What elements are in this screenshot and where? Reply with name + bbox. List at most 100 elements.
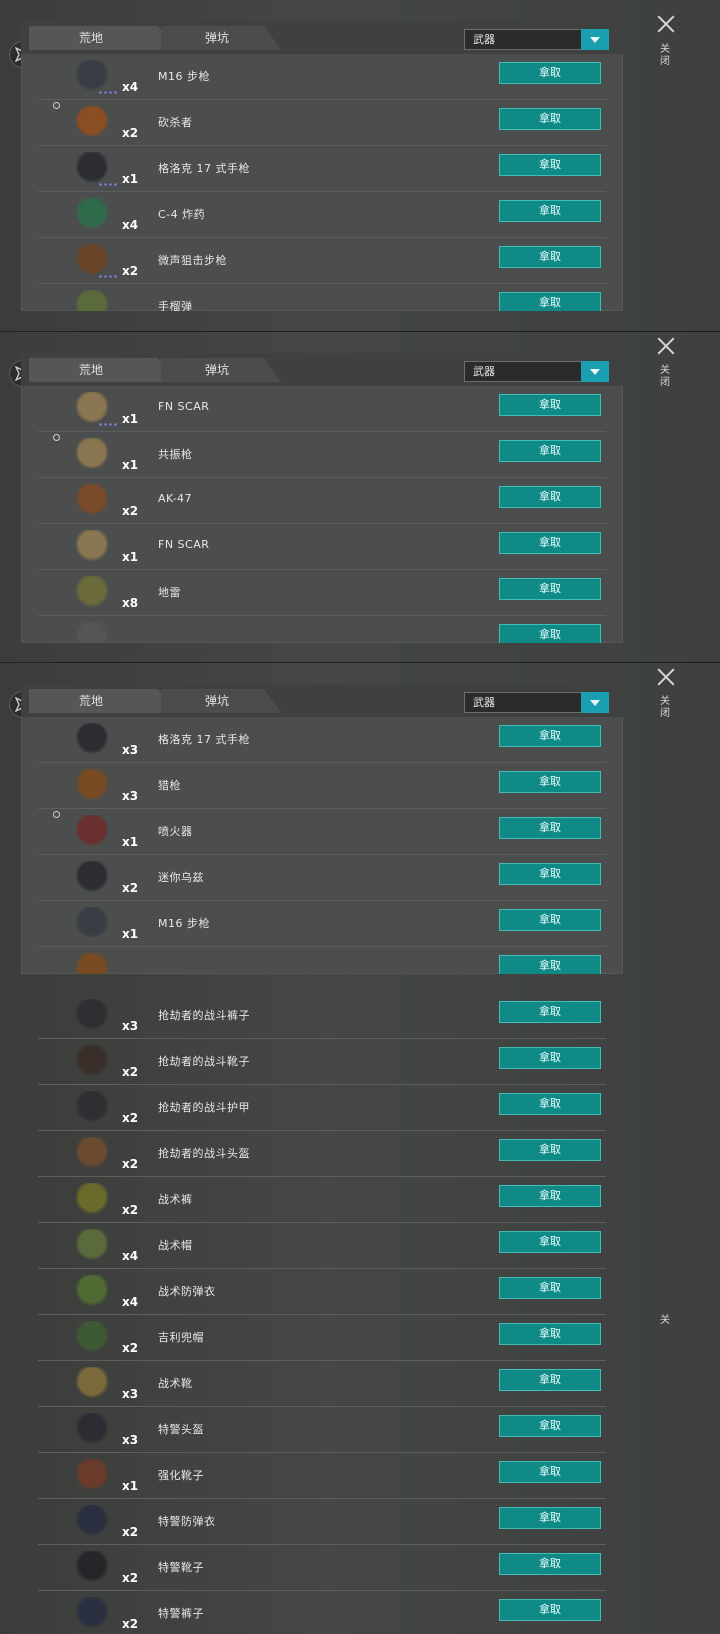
- take-button[interactable]: 拿取: [499, 1185, 601, 1207]
- take-button[interactable]: 拿取: [499, 1231, 601, 1253]
- chevron-down-icon[interactable]: [581, 29, 609, 50]
- category-dropdown[interactable]: 武器: [464, 692, 609, 713]
- list-item: 拿取: [38, 947, 606, 974]
- loot-panel: 荒地 弹坑 武器 x1 FN SCAR 拿取 x1 共振枪 拿取 x2 AK-47 拿取 x1 FN…: [21, 353, 623, 643]
- item-quantity: x2: [122, 1157, 139, 1171]
- resonance-gun-icon: [76, 438, 108, 470]
- item-list[interactable]: x4 M16 步枪 拿取 x2 砍杀者 拿取 x1 格洛克 17 式手枪 拿取 x4 C-4 炸药拿…: [38, 54, 606, 311]
- tab-label: 弹坑: [204, 694, 229, 708]
- tab-bar: 荒地 弹坑 武器: [21, 21, 623, 54]
- take-button[interactable]: 拿取: [499, 1599, 601, 1621]
- take-button[interactable]: 拿取: [499, 154, 601, 176]
- item-name: 特警裤子: [158, 1607, 204, 1620]
- take-button[interactable]: 拿取: [499, 817, 601, 839]
- take-button[interactable]: 拿取: [499, 532, 601, 554]
- chevron-down-icon[interactable]: [581, 361, 609, 382]
- item-name: 猎枪: [158, 779, 181, 792]
- item-list[interactable]: x3 格洛克 17 式手枪 拿取 x3 猎枪 拿取 x1 喷火器 拿取 x2 迷你乌兹 拿取 x1 M16…: [38, 717, 606, 974]
- loot-screen-3: 荒地 弹坑 武器 x3 格洛克 17 式手枪 拿取 x3 猎枪 拿取 x1 喷火器 拿取 x2 迷你…: [0, 662, 720, 994]
- rifle-icon: [76, 60, 108, 92]
- smg-icon: [76, 861, 108, 893]
- close-label[interactable]: 关闭: [660, 44, 672, 68]
- item-quantity: x2: [122, 1065, 139, 1079]
- weapon-icon: [76, 953, 108, 974]
- tab-crater[interactable]: 弹坑: [161, 689, 281, 713]
- helmet-icon: [76, 1413, 108, 1445]
- tab-wasteland[interactable]: 荒地: [29, 358, 179, 382]
- take-button[interactable]: 拿取: [499, 1093, 601, 1115]
- take-button[interactable]: 拿取: [499, 292, 601, 311]
- explosive-icon: [76, 198, 108, 230]
- category-dropdown[interactable]: 武器: [464, 29, 609, 50]
- take-button[interactable]: 拿取: [499, 909, 601, 931]
- boots-icon: [76, 1551, 108, 1583]
- item-quantity: x2: [122, 881, 139, 895]
- item-name: 战术帽: [158, 1239, 193, 1252]
- take-button[interactable]: 拿取: [499, 62, 601, 84]
- take-button[interactable]: 拿取: [499, 1323, 601, 1345]
- take-button[interactable]: 拿取: [499, 955, 601, 974]
- item-quantity: x3: [122, 1433, 139, 1447]
- take-button[interactable]: 拿取: [499, 440, 601, 462]
- take-button[interactable]: 拿取: [499, 578, 601, 600]
- list-item: x2 AK-47 拿取: [38, 478, 606, 524]
- take-button[interactable]: 拿取: [499, 200, 601, 222]
- list-item: x3 抢劫者的战斗裤子 拿取: [38, 993, 606, 1039]
- item-quantity: x2: [122, 1571, 139, 1585]
- take-button[interactable]: 拿取: [499, 1415, 601, 1437]
- take-button[interactable]: 拿取: [499, 771, 601, 793]
- list-item: 拿取: [38, 616, 606, 643]
- pistol-icon: [76, 723, 108, 755]
- item-list[interactable]: x1 FN SCAR 拿取 x1 共振枪 拿取 x2 AK-47 拿取 x1 FN SCAR 拿取 x8…: [38, 386, 606, 643]
- close-label[interactable]: 关: [660, 1315, 672, 1327]
- item-list[interactable]: x3 抢劫者的战斗裤子 拿取 x2 抢劫者的战斗靴子 拿取 x2 抢劫者的战斗护甲 拿取 x2 抢劫…: [38, 993, 606, 1634]
- close-icon[interactable]: [656, 667, 676, 687]
- close-icon[interactable]: [656, 14, 676, 34]
- helmet-icon: [76, 1137, 108, 1169]
- item-quantity: x1: [122, 835, 139, 849]
- take-button[interactable]: 拿取: [499, 1507, 601, 1529]
- take-button[interactable]: 拿取: [499, 1553, 601, 1575]
- quality-dots: [98, 91, 118, 94]
- item-name: 抢劫者的战斗头盔: [158, 1147, 250, 1160]
- item-name: 格洛克 17 式手枪: [158, 733, 250, 746]
- tab-crater[interactable]: 弹坑: [161, 26, 281, 50]
- tab-wasteland[interactable]: 荒地: [29, 689, 179, 713]
- take-button[interactable]: 拿取: [499, 108, 601, 130]
- item-name: FN SCAR: [158, 538, 210, 551]
- tab-label: 弹坑: [204, 363, 229, 377]
- take-button[interactable]: 拿取: [499, 1047, 601, 1069]
- item-name: 抢劫者的战斗裤子: [158, 1009, 250, 1022]
- list-item: x1 强化靴子 拿取: [38, 1453, 606, 1499]
- item-name: M16 步枪: [158, 70, 210, 83]
- take-button[interactable]: 拿取: [499, 1461, 601, 1483]
- take-button[interactable]: 拿取: [499, 1277, 601, 1299]
- tab-label: 荒地: [78, 694, 103, 708]
- take-button[interactable]: 拿取: [499, 624, 601, 643]
- item-name: 特警头盔: [158, 1423, 204, 1436]
- list-item: x2 特警裤子 拿取: [38, 1591, 606, 1634]
- take-button[interactable]: 拿取: [499, 1369, 601, 1391]
- tab-crater[interactable]: 弹坑: [161, 358, 281, 382]
- chevron-down-icon[interactable]: [581, 692, 609, 713]
- take-button[interactable]: 拿取: [499, 1139, 601, 1161]
- loot-panel: 荒地 弹坑 武器 x3 格洛克 17 式手枪 拿取 x3 猎枪 拿取 x1 喷火器 拿取 x2 迷你…: [21, 684, 623, 974]
- take-button[interactable]: 拿取: [499, 863, 601, 885]
- close-label[interactable]: 关闭: [660, 365, 672, 389]
- take-button[interactable]: 拿取: [499, 725, 601, 747]
- list-item: x4 M16 步枪 拿取: [38, 54, 606, 100]
- list-item: x2 抢劫者的战斗头盔 拿取: [38, 1131, 606, 1177]
- take-button[interactable]: 拿取: [499, 1001, 601, 1023]
- close-label[interactable]: 关闭: [660, 696, 672, 720]
- flamethrower-icon: [76, 815, 108, 847]
- item-name: 迷你乌兹: [158, 871, 204, 884]
- take-button[interactable]: 拿取: [499, 394, 601, 416]
- item-quantity: x4: [122, 80, 139, 94]
- tab-wasteland[interactable]: 荒地: [29, 26, 179, 50]
- take-button[interactable]: 拿取: [499, 246, 601, 268]
- take-button[interactable]: 拿取: [499, 486, 601, 508]
- dropdown-value: 武器: [473, 33, 495, 46]
- close-icon[interactable]: [656, 336, 676, 356]
- landmine-icon: [76, 576, 108, 608]
- category-dropdown[interactable]: 武器: [464, 361, 609, 382]
